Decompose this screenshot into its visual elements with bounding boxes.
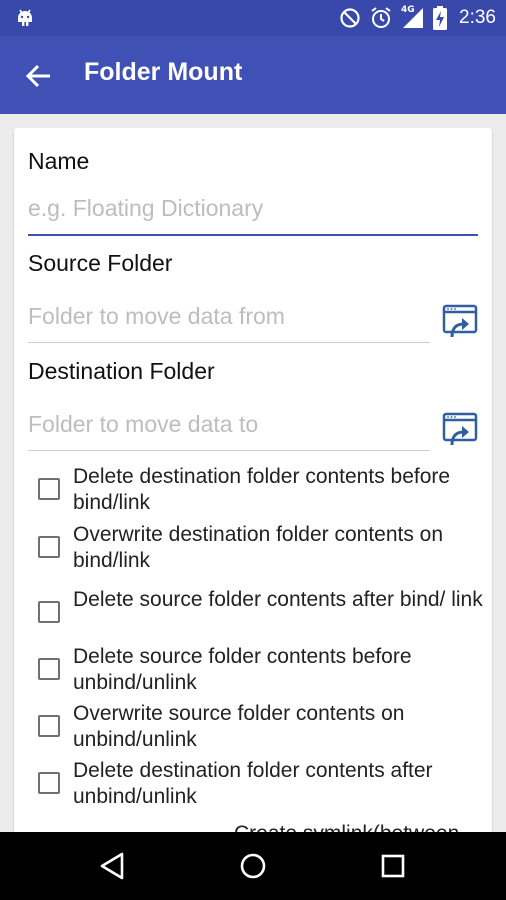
page-title: Folder Mount [84, 58, 243, 86]
checkbox-row-overwrite-dest-on-bind[interactable]: Overwrite destination folder contents on… [38, 522, 478, 576]
checkbox-row-delete-dest-before-bind[interactable]: Delete destination folder contents befor… [38, 464, 478, 518]
status-time: 2:36 [459, 7, 496, 28]
source-folder-input[interactable] [28, 300, 428, 332]
checkbox-label: Delete destination folder contents befor… [73, 465, 451, 514]
signal-icon: 4G [401, 5, 425, 29]
name-input[interactable] [28, 192, 468, 224]
checkbox-label: Delete destination folder contents after… [73, 759, 433, 808]
name-input-underline [28, 234, 478, 236]
destination-folder-underline [28, 450, 430, 451]
checkbox-label: Delete source folder contents after bind… [73, 588, 483, 611]
checkbox[interactable] [38, 772, 60, 794]
checkbox[interactable] [38, 536, 60, 558]
destination-folder-input[interactable] [28, 408, 428, 440]
checkbox[interactable] [38, 715, 60, 737]
source-folder-picker-icon[interactable] [442, 302, 480, 340]
navigation-bar [0, 832, 506, 900]
checkbox-row-delete-dest-after-unbind[interactable]: Delete destination folder contents after… [38, 758, 478, 812]
arrow-back-icon[interactable] [24, 61, 54, 91]
nav-recents-icon[interactable] [376, 849, 410, 883]
android-icon [18, 9, 32, 26]
checkbox[interactable] [38, 601, 60, 623]
alarm-icon [371, 7, 391, 28]
checkbox-label: Overwrite destination folder contents on… [73, 523, 444, 572]
nav-home-icon[interactable] [236, 849, 270, 883]
checkbox-label: Delete source folder contents before unb… [73, 645, 412, 694]
network-type-label: 4G [401, 5, 415, 15]
source-folder-underline [28, 342, 430, 343]
checkbox-row-delete-source-after-bind[interactable]: Delete source folder contents after bind… [38, 587, 483, 641]
checkbox[interactable] [38, 658, 60, 680]
source-folder-label: Source Folder [28, 250, 173, 276]
do-not-disturb-icon [340, 8, 360, 28]
destination-folder-picker-icon[interactable] [442, 410, 480, 448]
nav-back-icon[interactable] [96, 849, 130, 883]
checkbox-row-overwrite-source-on-unbind[interactable]: Overwrite source folder contents on unbi… [38, 701, 478, 755]
checkbox[interactable] [38, 478, 60, 500]
status-bar: 4G 2:36 [0, 0, 506, 36]
app-bar: Folder Mount [0, 36, 506, 114]
folder-mount-form: Name Source Folder Destination Folder De… [14, 128, 492, 848]
name-label: Name [28, 148, 90, 174]
battery-charging-icon [433, 6, 448, 30]
checkbox-label: Overwrite source folder contents on unbi… [73, 702, 405, 751]
destination-folder-label: Destination Folder [28, 358, 215, 384]
checkbox-row-delete-source-before-unbind[interactable]: Delete source folder contents before unb… [38, 644, 478, 698]
